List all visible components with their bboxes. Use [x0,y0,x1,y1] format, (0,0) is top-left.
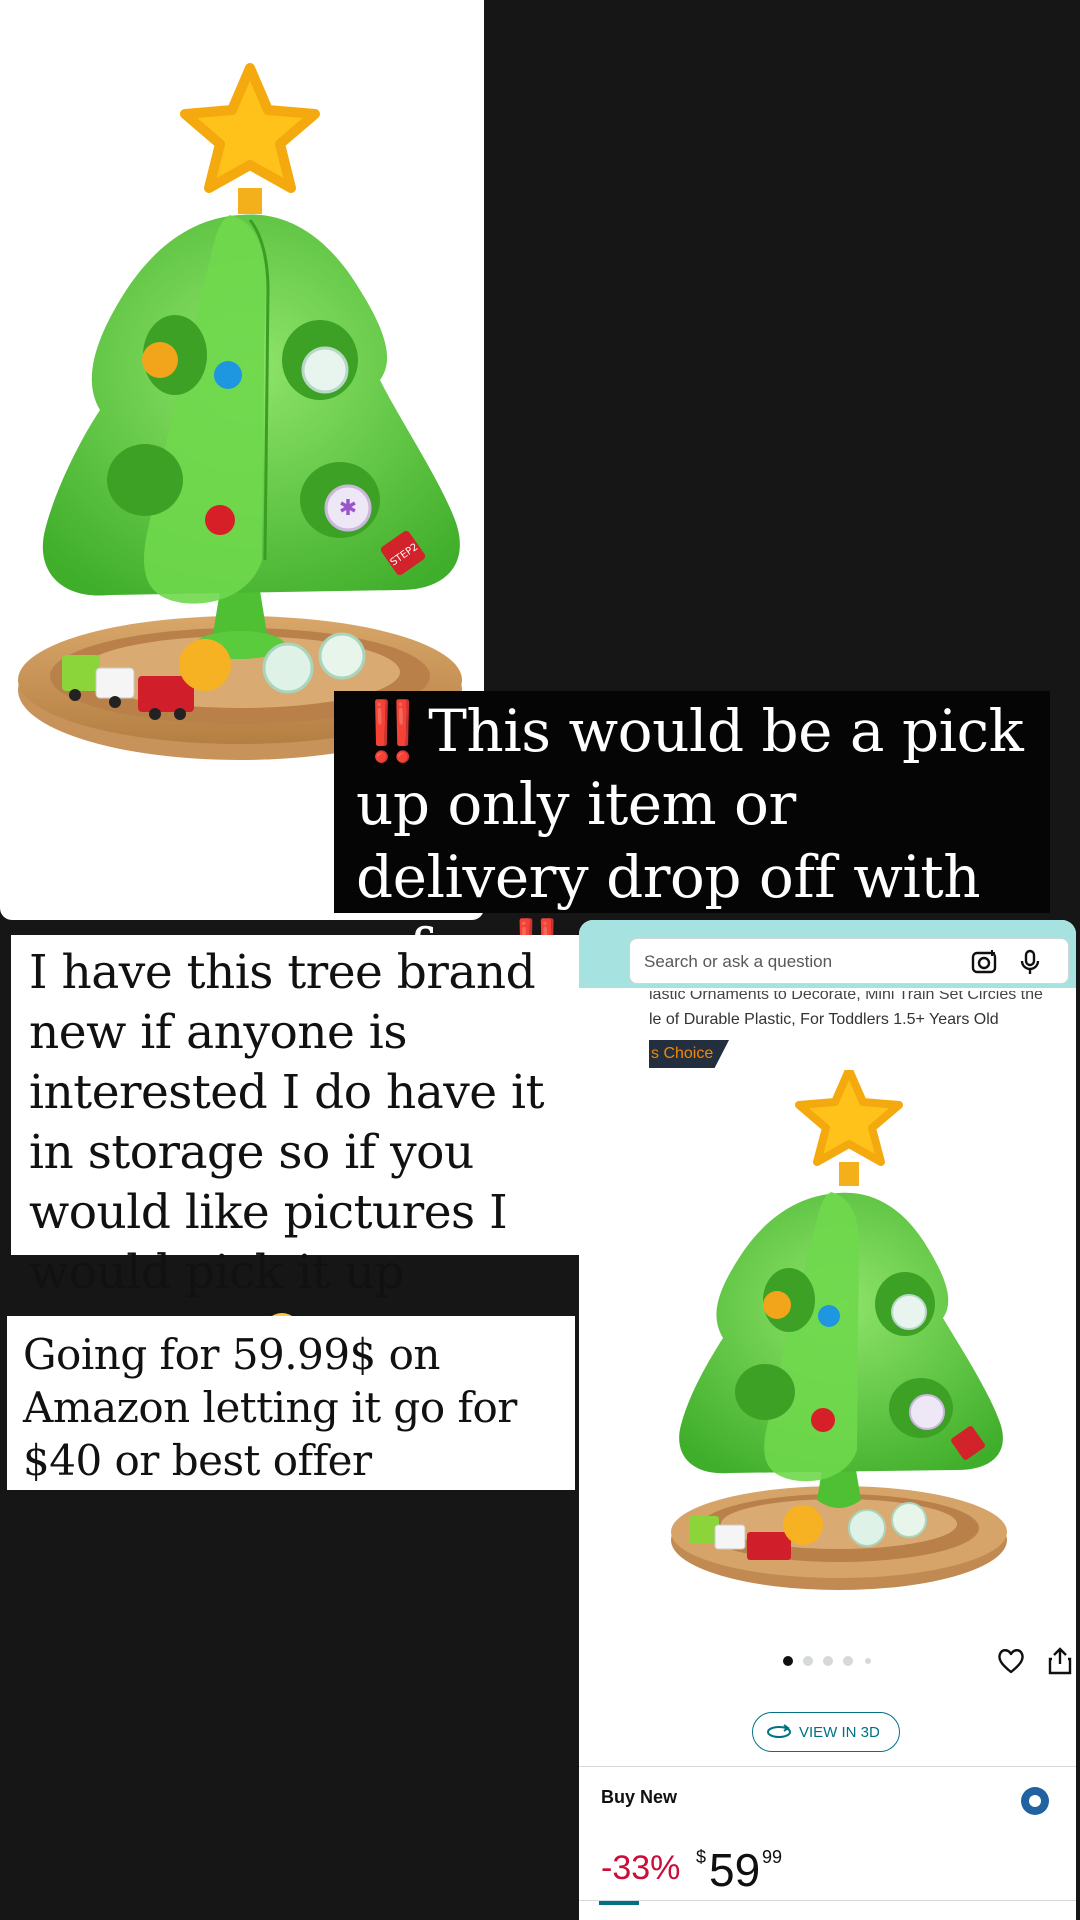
bottom-nav-strip[interactable] [579,1900,1076,1920]
pickup-notice-caption: ‼️ This would be a pick up only item or d… [334,691,1050,984]
double-exclamation-icon: ‼️ [356,697,428,765]
carousel-dot[interactable] [803,1656,813,1666]
carousel-dot[interactable] [823,1656,833,1666]
amazon-product-screenshot: Search or ask a question lastic Ornament… [579,920,1076,1920]
buy-new-title: Buy New [601,1787,678,1807]
bottom-nav-selected-indicator [599,1901,639,1905]
discount-percent: -33% [601,1849,681,1887]
product-main-image[interactable] [639,1070,1019,1630]
offer-description-text: I have this tree brand new if anyone is … [29,945,544,1360]
svg-text:✱: ✱ [339,496,357,521]
search-bar[interactable]: Search or ask a question [629,938,1069,984]
carousel-dot-active[interactable] [783,1656,793,1666]
price-whole: 59 [709,1844,761,1896]
price-caption: Going for 59.99$ on Amazon letting it go… [7,1316,575,1490]
search-input[interactable]: Search or ask a question [644,952,832,972]
product-title-line-1: lastic Ornaments to Decorate, Mini Train… [649,991,1043,1003]
heart-icon[interactable] [996,1646,1026,1676]
rotate-3d-icon [767,1724,791,1738]
choice-badge: s Choice [649,1040,729,1068]
buy-box[interactable]: Buy New -33% $ 59 99 [579,1766,1076,1920]
microphone-icon[interactable] [1016,948,1044,976]
price-caption-text: Going for 59.99$ on Amazon letting it go… [23,1330,517,1485]
product-title[interactable]: lastic Ornaments to Decorate, Mini Train… [649,991,1069,1032]
carousel-dot[interactable] [843,1656,853,1666]
buy-new-radio[interactable] [1021,1787,1049,1815]
share-icon[interactable] [1046,1646,1074,1676]
price-currency: $ [696,1847,707,1867]
product-title-line-2: le of Durable Plastic, For Toddlers 1.5+… [649,1011,999,1028]
camera-icon[interactable] [970,948,998,976]
view-in-3d-label: VIEW IN 3D [799,1724,880,1741]
offer-description-caption: I have this tree brand new if anyone is … [11,935,579,1360]
price-cents: 99 [762,1847,783,1867]
carousel-dot[interactable] [865,1658,871,1664]
choice-badge-label: s Choice [651,1045,714,1062]
star-topper [180,63,320,193]
view-in-3d-button[interactable]: VIEW IN 3D [752,1712,900,1752]
